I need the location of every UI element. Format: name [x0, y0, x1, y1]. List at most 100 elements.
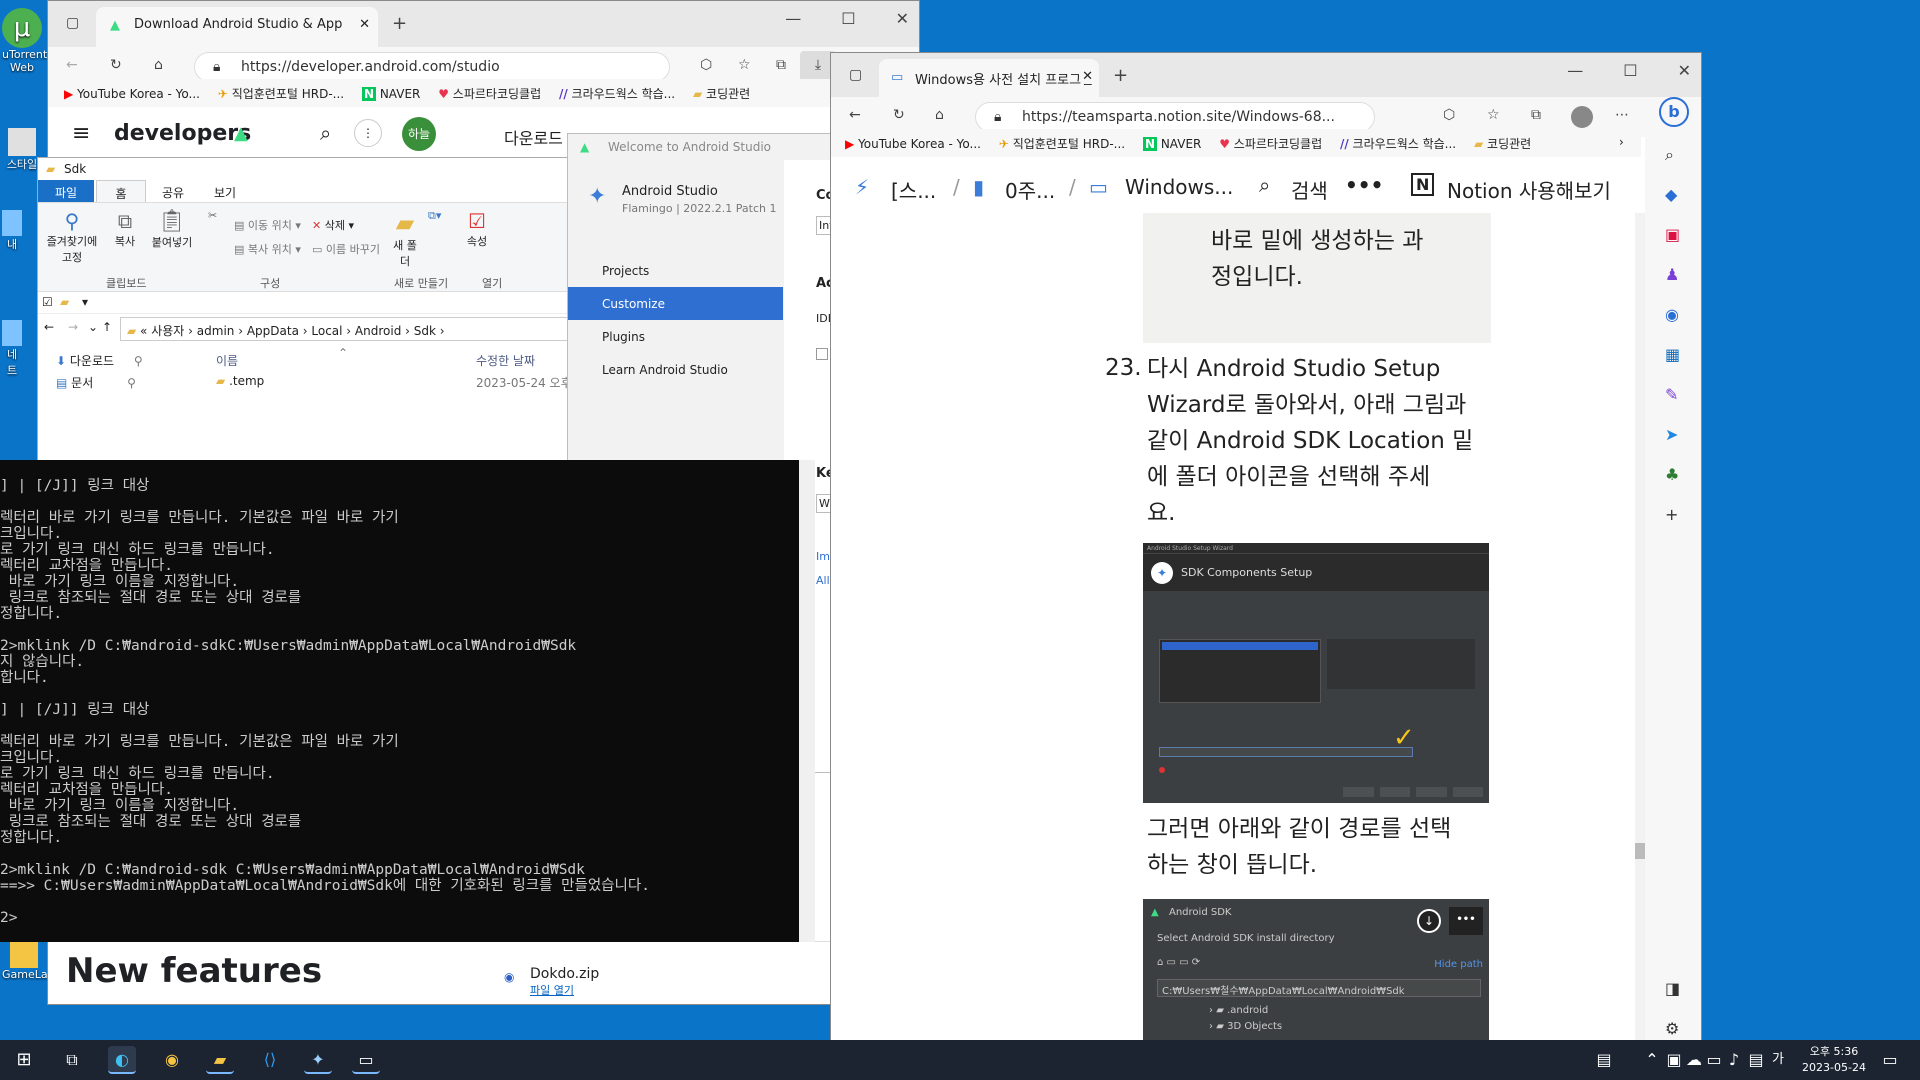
extensions-icon[interactable]: ⬡: [1443, 107, 1455, 123]
qat-dropdown-icon[interactable]: ▾: [82, 295, 88, 309]
copy-button[interactable]: ⧉ 복사: [110, 209, 140, 249]
search-icon[interactable]: ⌕: [320, 121, 331, 145]
designer-icon[interactable]: ✎: [1665, 385, 1678, 404]
as-menu-learn[interactable]: Learn Android Studio: [568, 353, 783, 385]
properties-button[interactable]: ☑ 속성: [462, 209, 492, 249]
new-item-icon[interactable]: ⧉▾: [428, 209, 441, 223]
maximize-icon[interactable]: ☐: [841, 9, 855, 28]
desktop-icon-network[interactable]: 네트: [2, 320, 22, 378]
refresh-icon[interactable]: ↻: [893, 107, 905, 123]
user-avatar[interactable]: 하늘: [402, 117, 436, 151]
bookmark-naver[interactable]: N NAVER: [1142, 131, 1201, 151]
bookmark-hrd[interactable]: ✈ 직업훈련포털 HRD-...: [218, 79, 344, 102]
edge-taskbar-icon[interactable]: ◐: [108, 1046, 136, 1074]
hamburger-icon[interactable]: ≡: [72, 121, 90, 146]
path-bar[interactable]: ▰ « 사용자 › admin › AppData › Local › Andr…: [120, 317, 590, 341]
bookmark-folder-coding[interactable]: ▰ 코딩관련: [1474, 129, 1531, 152]
terminal-taskbar-icon[interactable]: ▭: [352, 1046, 380, 1074]
breadcrumb-item[interactable]: [스...: [891, 175, 936, 204]
bookmark-folder-coding[interactable]: ▰ 코딩관련: [693, 79, 750, 102]
nav-item-documents[interactable]: ▤ 문서 ⚲: [56, 374, 136, 391]
download-item[interactable]: ◉ Dokdo.zip 파일 열기: [488, 941, 888, 1001]
minimize-icon[interactable]: —: [785, 9, 801, 28]
language-icon[interactable]: 가: [1764, 1046, 1792, 1074]
move-to-button[interactable]: ▤ 이동 위치 ▾: [234, 217, 301, 233]
favorites-icon[interactable]: ☆: [738, 57, 751, 73]
delete-button[interactable]: ✕ 삭제 ▾: [312, 217, 354, 233]
bookmark-crowdworks[interactable]: // 크라우드웍스 학습...: [559, 79, 675, 102]
copy-to-button[interactable]: ▤ 복사 위치 ▾: [234, 241, 301, 257]
outlook-icon[interactable]: ▦: [1665, 345, 1680, 364]
left-url-field[interactable]: 🔒︎ https://developer.android.com/studio: [194, 52, 670, 82]
search-icon[interactable]: ⌕: [1259, 173, 1270, 197]
favorites-icon[interactable]: ☆: [1487, 107, 1500, 123]
download-nav-button[interactable]: 다운로드: [504, 125, 563, 149]
notification-icon[interactable]: ▭: [1876, 1046, 1904, 1074]
file-explorer-taskbar-icon[interactable]: ▰: [206, 1046, 234, 1074]
tab-actions-icon[interactable]: ▢: [849, 67, 862, 83]
bookmark-naver[interactable]: N NAVER: [361, 81, 420, 101]
ide-checkbox[interactable]: [816, 348, 828, 360]
home-icon[interactable]: ⌂: [935, 107, 944, 123]
settings-gear-icon[interactable]: ⚙: [1665, 1019, 1679, 1038]
open-file-link[interactable]: 파일 열기: [530, 982, 574, 998]
collections-icon[interactable]: ⧉: [776, 57, 786, 73]
cut-icon[interactable]: ✂: [208, 209, 217, 222]
tab-android-studio[interactable]: ▲ Download Android Studio & App ✕: [96, 7, 378, 47]
tree-icon[interactable]: ♣: [1665, 465, 1679, 484]
bookmark-youtube[interactable]: ▶ YouTube Korea - Yo...: [64, 81, 200, 101]
breadcrumb-item[interactable]: Windows...: [1125, 175, 1233, 199]
close-tab-icon[interactable]: ✕: [359, 17, 370, 32]
download-circle-icon[interactable]: ↓: [1417, 909, 1441, 933]
content-scrollbar[interactable]: [1635, 213, 1645, 1041]
tab-actions-icon[interactable]: ▢: [66, 15, 79, 31]
more-options-icon[interactable]: •••: [1449, 907, 1483, 935]
column-modified[interactable]: 수정한 날짜: [476, 352, 535, 369]
cmd-scrollbar[interactable]: [799, 460, 815, 942]
games-icon[interactable]: ♟: [1665, 265, 1679, 284]
up-icon[interactable]: ↑: [102, 320, 112, 334]
bookmark-sparta[interactable]: ♥ 스파르타코딩클럽: [1219, 129, 1322, 152]
sidebar-layout-icon[interactable]: ◨: [1665, 979, 1680, 998]
more-options-icon[interactable]: •••: [1345, 173, 1383, 197]
try-notion-button[interactable]: Notion 사용해보기: [1447, 175, 1611, 204]
new-tab-icon[interactable]: +: [1113, 65, 1128, 86]
send-icon[interactable]: ➤: [1665, 425, 1678, 444]
file-row[interactable]: ▰ .temp 2023-05-24 오후: [216, 374, 594, 390]
office-icon[interactable]: ◉: [1665, 305, 1679, 324]
site-logo[interactable]: developers: [114, 121, 251, 146]
more-icon[interactable]: ⋮: [354, 119, 382, 147]
close-tab-icon[interactable]: ✕: [1082, 69, 1093, 84]
ribbon-tab-file[interactable]: 파일: [38, 180, 94, 202]
recent-icon[interactable]: ⌄: [88, 320, 98, 334]
bookmark-crowdworks[interactable]: // 크라우드웍스 학습...: [1340, 129, 1456, 152]
close-icon[interactable]: ✕: [1678, 61, 1691, 80]
as-menu-plugins[interactable]: Plugins: [568, 320, 783, 352]
back-icon[interactable]: ←: [66, 57, 78, 73]
desktop-icon-style[interactable]: 스타일: [2, 128, 42, 172]
paste-button[interactable]: 📋︎ 붙여넣기: [150, 209, 194, 250]
keyboard-layout-icon[interactable]: ▤: [1590, 1046, 1618, 1074]
all-settings-link[interactable]: All: [816, 574, 830, 587]
task-view-icon[interactable]: ⧉: [58, 1046, 86, 1074]
chrome-taskbar-icon[interactable]: ◉: [158, 1046, 186, 1074]
refresh-icon[interactable]: ↻: [110, 57, 122, 73]
tab-notion[interactable]: ▭ Windows용 사전 설치 프로그램 ✕: [879, 59, 1099, 97]
column-name[interactable]: 이름: [216, 352, 238, 369]
as-menu-projects[interactable]: Projects: [568, 254, 783, 286]
vscode-taskbar-icon[interactable]: ⟨⟩: [256, 1046, 284, 1074]
bookmark-hrd[interactable]: ✈ 직업훈련포털 HRD-...: [999, 129, 1125, 152]
right-url-field[interactable]: 🔒︎ https://teamsparta.notion.site/Window…: [975, 102, 1375, 132]
pin-button[interactable]: ⚲ 즐겨찾기에 고정: [42, 209, 102, 265]
close-icon[interactable]: ✕: [896, 9, 909, 28]
ribbon-tab-share[interactable]: 공유: [148, 184, 198, 201]
tools-icon[interactable]: ▣: [1665, 225, 1680, 244]
ribbon-tab-home[interactable]: 홈: [96, 180, 146, 202]
new-tab-icon[interactable]: +: [392, 13, 407, 34]
add-icon[interactable]: +: [1665, 505, 1678, 524]
bing-icon[interactable]: b: [1659, 97, 1689, 127]
search-icon[interactable]: ⌕: [1665, 145, 1674, 165]
utorrent-desktop-icon[interactable]: μ uTorrent Web: [2, 8, 47, 88]
forward-icon[interactable]: →: [68, 320, 78, 334]
clock[interactable]: 오후 5:36 2023-05-24: [1794, 1044, 1874, 1076]
